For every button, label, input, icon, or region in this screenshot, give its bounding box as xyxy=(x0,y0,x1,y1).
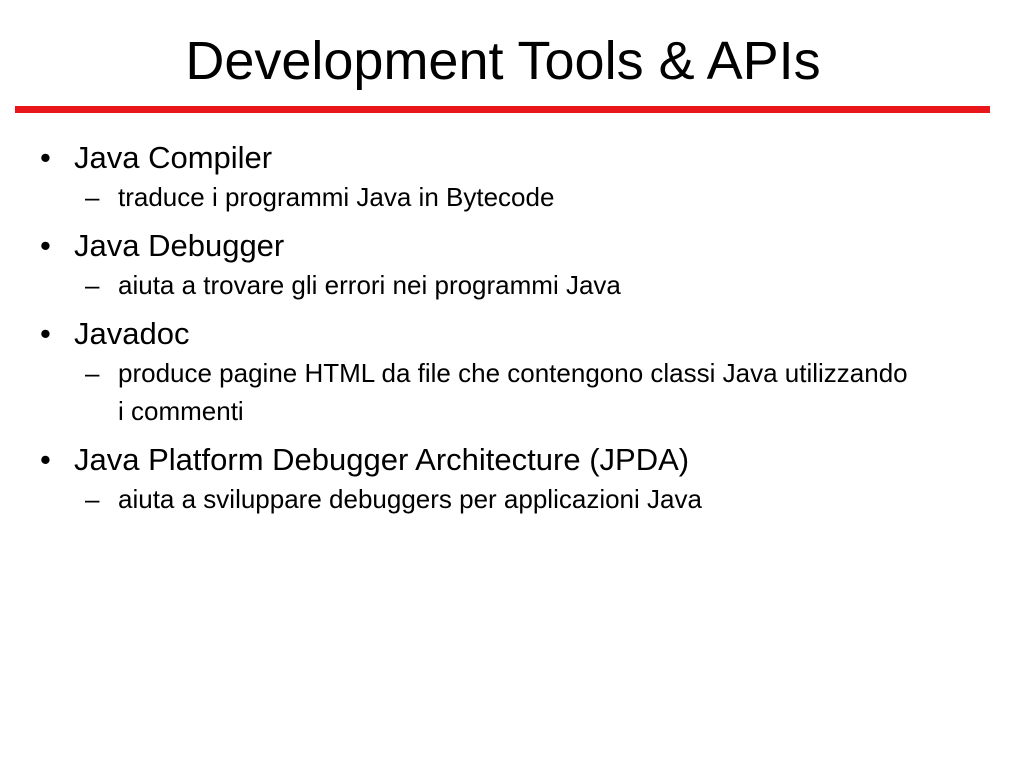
sub-bullet-item: – produce pagine HTML da file che conten… xyxy=(30,354,930,430)
sub-bullet-marker: – xyxy=(85,358,100,388)
sub-bullet-text: aiuta a trovare gli errori nei programmi… xyxy=(118,270,621,300)
bullet-text: Javadoc xyxy=(74,316,190,351)
bullet-marker: • xyxy=(40,140,51,175)
sub-bullet-text: traduce i programmi Java in Bytecode xyxy=(118,182,555,212)
sub-bullet-marker: – xyxy=(85,484,100,514)
sub-bullet-item: – traduce i programmi Java in Bytecode xyxy=(30,178,930,216)
sub-bullet-marker: – xyxy=(85,270,100,300)
sub-bullet-text: aiuta a sviluppare debuggers per applica… xyxy=(118,484,702,514)
bullet-text: Java Debugger xyxy=(74,228,285,263)
bullet-item: • Java Debugger xyxy=(30,226,930,266)
bullet-text: Java Compiler xyxy=(74,140,273,175)
slide-title: Development Tools & APIs xyxy=(185,31,821,91)
spacer xyxy=(30,216,930,226)
bullet-marker: • xyxy=(40,442,51,477)
sub-bullet-text: produce pagine HTML da file che contengo… xyxy=(118,358,908,426)
bullet-list: • Java Compiler – traduce i programmi Ja… xyxy=(30,138,930,518)
title-underline xyxy=(15,106,990,113)
bullet-item: • Javadoc xyxy=(30,314,930,354)
bullet-item: • Java Platform Debugger Architecture (J… xyxy=(30,440,930,480)
sub-bullet-marker: – xyxy=(85,182,100,212)
bullet-marker: • xyxy=(40,228,51,263)
spacer xyxy=(30,430,930,440)
bullet-marker: • xyxy=(40,316,51,351)
bullet-text: Java Platform Debugger Architecture (JPD… xyxy=(74,442,690,477)
spacer xyxy=(30,304,930,314)
sub-bullet-item: – aiuta a sviluppare debuggers per appli… xyxy=(30,480,930,518)
bullet-item: • Java Compiler xyxy=(30,138,930,178)
sub-bullet-item: – aiuta a trovare gli errori nei program… xyxy=(30,266,930,304)
slide: Development Tools & APIs • Java Compiler… xyxy=(0,0,1024,768)
